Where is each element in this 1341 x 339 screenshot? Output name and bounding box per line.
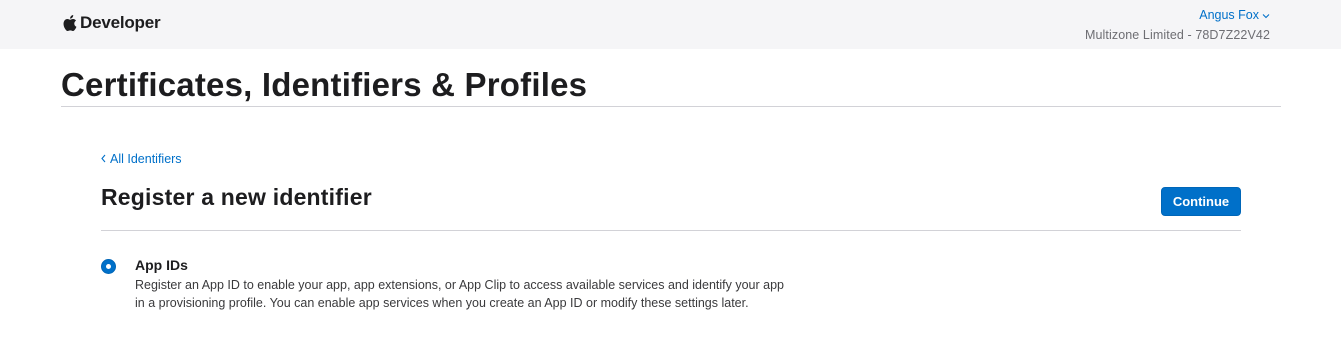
section-title: Register a new identifier — [101, 184, 372, 210]
app-ids-radio[interactable] — [101, 259, 116, 274]
title-divider — [61, 106, 1281, 107]
continue-button[interactable]: Continue — [1161, 187, 1241, 216]
back-link-label: All Identifiers — [110, 152, 182, 166]
option-title: App IDs — [135, 257, 188, 273]
user-name: Angus Fox — [1199, 8, 1259, 22]
global-header: Developer Angus Fox Multizone Limited - … — [0, 0, 1341, 49]
account-menu: Angus Fox Multizone Limited - 78D7Z22V42 — [1085, 6, 1270, 42]
all-identifiers-link[interactable]: All Identifiers — [101, 152, 182, 166]
section-divider — [101, 230, 1241, 231]
apple-logo-icon — [62, 14, 77, 32]
chevron-down-icon — [1262, 8, 1270, 22]
team-label: Multizone Limited - 78D7Z22V42 — [1084, 28, 1270, 42]
user-menu-button[interactable]: Angus Fox — [1199, 7, 1270, 23]
developer-home-link[interactable]: Developer — [62, 11, 161, 35]
chevron-left-icon — [101, 152, 106, 166]
brand-label: Developer — [80, 13, 161, 32]
option-description: Register an App ID to enable your app, a… — [135, 278, 784, 310]
page-title: Certificates, Identifiers & Profiles — [61, 66, 588, 103]
